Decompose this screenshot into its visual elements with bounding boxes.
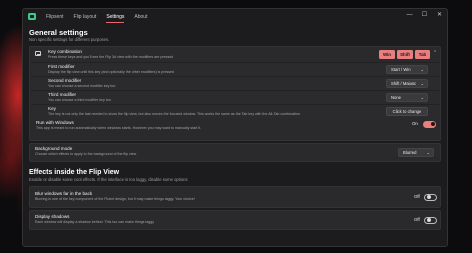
first-modifier-row: First modifier Display the flip view unt… — [31, 62, 439, 76]
chevron-down-icon: ⌄ — [420, 67, 424, 72]
shadows-desc: Each window will display a shadow behind… — [35, 220, 154, 224]
third-modifier-row: Third modifier You can choose a third mo… — [31, 90, 439, 104]
toggle-knob — [430, 122, 435, 127]
key-desc: The key is not only the last needed to s… — [48, 112, 301, 116]
tab-flipsent[interactable]: Flipsent — [41, 9, 69, 25]
third-modifier-title: Third modifier — [48, 92, 77, 97]
title-bar: Flipsent Flip layout Settings About — ☐ … — [23, 9, 447, 25]
chevron-down-icon: ⌄ — [420, 95, 424, 100]
tab-flip-layout[interactable]: Flip layout — [69, 9, 102, 25]
minimize-icon[interactable]: — — [402, 9, 417, 21]
background-mode-value: Blurred — [403, 150, 417, 155]
key-combination-title: Key combination — [48, 49, 82, 54]
app-logo-icon — [28, 13, 36, 20]
nav-tabs: Flipsent Flip layout Settings About — [41, 9, 152, 25]
toggle-knob — [426, 218, 431, 223]
blur-title: Blur windows far in the back — [35, 191, 93, 196]
keycap-shift: Shift — [397, 50, 413, 59]
blur-toggle[interactable] — [424, 194, 437, 201]
click-to-change-button[interactable]: Click to change — [386, 107, 428, 116]
run-with-windows-state: On — [412, 121, 418, 126]
close-icon[interactable]: ✕ — [432, 9, 447, 21]
first-modifier-select[interactable]: Start / Win ⌄ — [386, 65, 428, 74]
key-title: Key — [48, 106, 56, 111]
settings-content: General settings Non specific settings f… — [29, 28, 441, 232]
shadows-state: Off — [414, 217, 420, 222]
general-settings-title: General settings — [29, 28, 88, 37]
tab-settings[interactable]: Settings — [101, 9, 129, 25]
third-modifier-desc: You can choose a third modifier key too — [48, 98, 111, 102]
background-mode-card: Background mode Choose which effects to … — [29, 143, 441, 162]
chevron-up-icon[interactable]: ⌃ — [433, 50, 437, 56]
third-modifier-select[interactable]: None ⌄ — [386, 93, 428, 102]
maximize-icon[interactable]: ☐ — [417, 9, 432, 21]
key-combination-card: Key combination Press these keys and you… — [29, 46, 441, 141]
run-with-windows-desc: This app is meant to run automatically w… — [36, 126, 202, 130]
toggle-knob — [426, 195, 431, 200]
tab-about[interactable]: About — [129, 9, 152, 25]
background-mode-desc: Choose which effects to apply to the bac… — [35, 152, 137, 156]
background-mode-title: Background mode — [35, 146, 73, 151]
settings-window: Flipsent Flip layout Settings About — ☐ … — [22, 8, 448, 247]
run-with-windows-title: Run with Windows — [36, 120, 74, 125]
second-modifier-value: Shift / Maiusc — [391, 81, 417, 86]
first-modifier-title: First modifier — [48, 64, 75, 69]
shadows-toggle[interactable] — [424, 217, 437, 224]
keyboard-icon — [35, 51, 41, 56]
chevron-down-icon: ⌄ — [420, 81, 424, 86]
run-with-windows-toggle[interactable] — [423, 121, 436, 128]
second-modifier-desc: You can choose a second modifier key too — [48, 84, 116, 88]
second-modifier-row: Second modifier You can choose a second … — [31, 76, 439, 90]
key-combination-desc: Press these keys and you'll see the Flip… — [48, 55, 174, 59]
blur-desc: Blurring is one of the key component of … — [35, 197, 195, 201]
third-modifier-value: None — [391, 95, 402, 100]
shadows-card: Display shadows Each window will display… — [29, 210, 441, 230]
keycap-win: Win — [379, 50, 395, 59]
blur-card: Blur windows far in the back Blurring is… — [29, 186, 441, 208]
blur-state: Off — [414, 194, 420, 199]
keycap-tab: Tab — [415, 50, 430, 59]
second-modifier-select[interactable]: Shift / Maiusc ⌄ — [386, 79, 428, 88]
effects-subtitle: Enable or disable some cool effects. If … — [29, 177, 188, 182]
general-settings-subtitle: Non specific settings for different purp… — [29, 37, 110, 42]
effects-title: Effects inside the Flip View — [29, 169, 120, 176]
background-mode-select[interactable]: Blurred ⌄ — [398, 148, 434, 157]
first-modifier-value: Start / Win — [391, 67, 411, 72]
key-row: Key The key is not only the last needed … — [31, 104, 439, 119]
first-modifier-desc: Display the flip view until this key (an… — [48, 70, 175, 74]
run-with-windows-row: Run with Windows This app is meant to ru… — [31, 119, 439, 141]
window-controls: — ☐ ✕ — [402, 9, 447, 21]
chevron-down-icon: ⌄ — [426, 150, 430, 155]
shadows-title: Display shadows — [35, 214, 70, 219]
second-modifier-title: Second modifier — [48, 78, 82, 83]
